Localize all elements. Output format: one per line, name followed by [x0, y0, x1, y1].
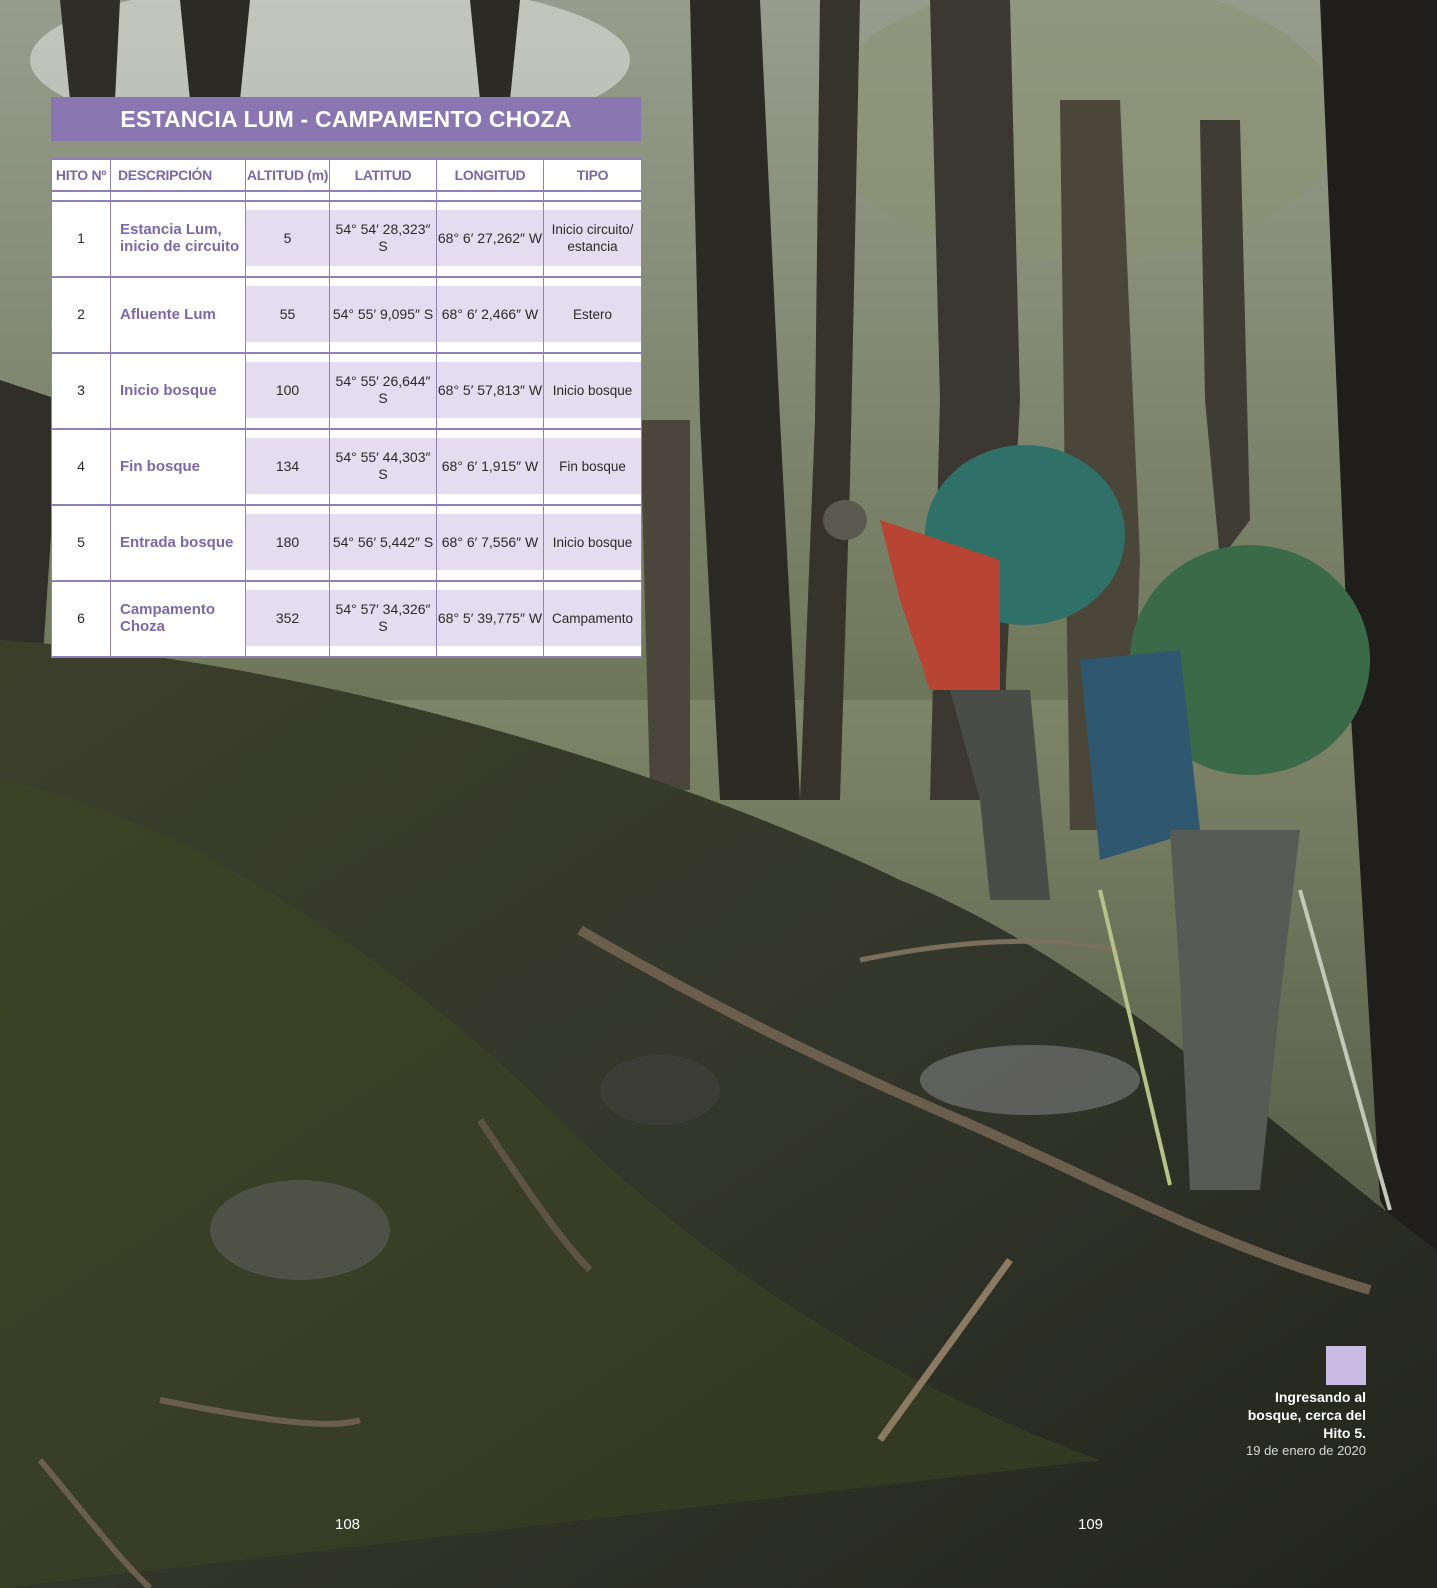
cell-tipo: Campamento: [544, 590, 641, 646]
header-altitud: ALTITUD (m): [245, 158, 330, 192]
cell-descripcion: Estancia Lum, inicio de circuito: [120, 221, 240, 255]
table-row: 4 Fin bosque 134 54° 55′ 44,303″ S 68° 6…: [51, 429, 642, 506]
cell-latitud: 54° 55′ 9,095″ S: [330, 286, 436, 342]
cell-tipo: Inicio bosque: [544, 514, 641, 570]
photo-caption: Ingresando al bosque, cerca del Hito 5. …: [1226, 1388, 1366, 1459]
cell-tipo: Fin bosque: [544, 438, 641, 494]
page-number-left: 108: [335, 1516, 361, 1533]
cell-altitud: 180: [246, 514, 329, 570]
cell-descripcion: Campamento Choza: [120, 601, 216, 635]
waypoint-table: HITO Nº DESCRIPCIÓN ALTITUD (m) LATITUD …: [51, 158, 642, 658]
page-number-right: 109: [1078, 1516, 1104, 1533]
table-row: 2 Afluente Lum 55 54° 55′ 9,095″ S 68° 6…: [51, 277, 642, 354]
cell-latitud: 54° 55′ 26,644″ S: [330, 362, 436, 418]
cell-descripcion: Inicio bosque: [120, 381, 217, 399]
cell-longitud: 68° 6′ 27,262″ W: [437, 210, 543, 266]
cell-longitud: 68° 6′ 2,466″ W: [437, 286, 543, 342]
cell-longitud: 68° 6′ 1,915″ W: [437, 438, 543, 494]
cell-altitud: 352: [246, 590, 329, 646]
cell-altitud: 5: [246, 210, 329, 266]
cell-hito: 4: [77, 457, 85, 474]
cell-altitud: 100: [246, 362, 329, 418]
cell-tipo: Inicio bosque: [544, 362, 641, 418]
waypoint-table-panel: ESTANCIA LUM - CAMPAMENTO CHOZA HITO Nº …: [51, 97, 642, 658]
cell-hito: 6: [77, 609, 85, 626]
header-tipo: TIPO: [543, 158, 642, 192]
cell-latitud: 54° 55′ 44,303″ S: [330, 438, 436, 494]
table-row: 5 Entrada bosque 180 54° 56′ 5,442″ S 68…: [51, 505, 642, 582]
header-descripcion: DESCRIPCIÓN: [110, 158, 246, 192]
cell-hito: 2: [77, 305, 85, 322]
cell-altitud: 55: [246, 286, 329, 342]
cell-latitud: 54° 54′ 28,323″ S: [330, 210, 436, 266]
cell-longitud: 68° 5′ 57,813″ W: [437, 362, 543, 418]
table-title: ESTANCIA LUM - CAMPAMENTO CHOZA: [51, 97, 641, 141]
cell-longitud: 68° 6′ 7,556″ W: [437, 514, 543, 570]
table-header-row: HITO Nº DESCRIPCIÓN ALTITUD (m) LATITUD …: [51, 158, 642, 192]
cell-latitud: 54° 57′ 34,326″ S: [330, 590, 436, 646]
caption-marker: [1326, 1346, 1366, 1385]
header-latitud: LATITUD: [329, 158, 437, 192]
header-hito: HITO Nº: [51, 158, 111, 192]
cell-hito: 5: [77, 533, 85, 550]
caption-text: Ingresando al bosque, cerca del Hito 5.: [1247, 1389, 1366, 1441]
caption-date: 19 de enero de 2020: [1246, 1443, 1366, 1458]
table-spacer-row: [51, 191, 642, 202]
cell-descripcion: Fin bosque: [120, 457, 200, 475]
cell-tipo: Inicio circuito/ estancia: [544, 210, 641, 266]
waypoint-table-wrapper: HITO Nº DESCRIPCIÓN ALTITUD (m) LATITUD …: [51, 158, 642, 658]
cell-hito: 3: [77, 381, 85, 398]
cell-longitud: 68° 5′ 39,775″ W: [437, 590, 543, 646]
header-longitud: LONGITUD: [436, 158, 544, 192]
cell-tipo: Estero: [544, 286, 641, 342]
table-row: 6 Campamento Choza 352 54° 57′ 34,326″ S…: [51, 581, 642, 658]
cell-latitud: 54° 56′ 5,442″ S: [330, 514, 436, 570]
cell-altitud: 134: [246, 438, 329, 494]
cell-descripcion: Afluente Lum: [120, 305, 216, 323]
table-row: 1 Estancia Lum, inicio de circuito 5 54°…: [51, 201, 642, 278]
table-row: 3 Inicio bosque 100 54° 55′ 26,644″ S 68…: [51, 353, 642, 430]
cell-descripcion: Entrada bosque: [120, 533, 234, 551]
cell-hito: 1: [77, 229, 85, 246]
